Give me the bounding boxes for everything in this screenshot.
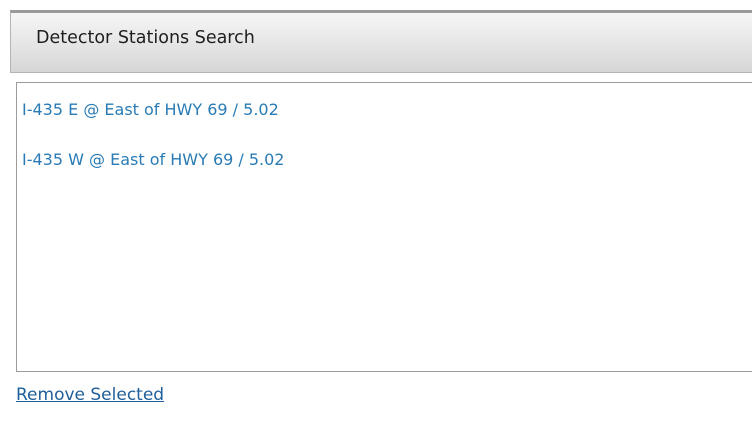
selected-stations-list[interactable]: I-435 E @ East of HWY 69 / 5.02 I-435 W … — [16, 82, 752, 372]
list-item[interactable]: I-435 W @ East of HWY 69 / 5.02 — [22, 150, 284, 169]
list-item[interactable]: I-435 E @ East of HWY 69 / 5.02 — [22, 100, 279, 119]
detector-stations-panel: Detector Stations Search I-435 E @ East … — [10, 10, 752, 424]
panel-header[interactable]: Detector Stations Search — [10, 10, 752, 73]
panel-title: Detector Stations Search — [36, 28, 255, 48]
remove-selected-link[interactable]: Remove Selected — [16, 385, 164, 405]
